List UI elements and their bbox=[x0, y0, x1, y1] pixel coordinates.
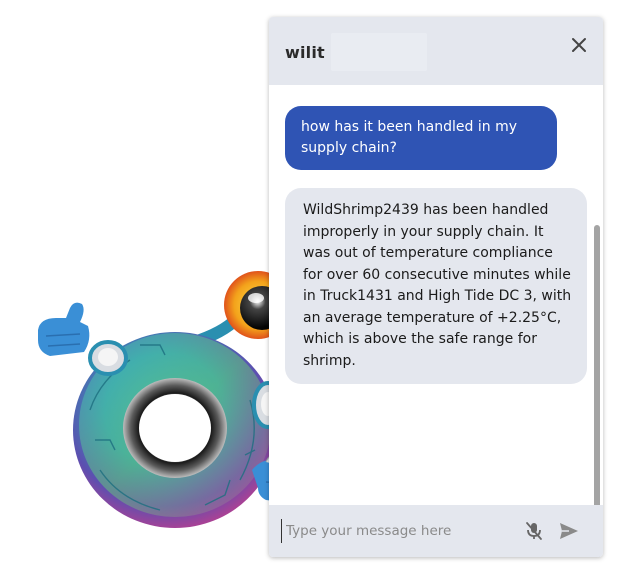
close-button[interactable] bbox=[569, 35, 589, 55]
message-list: how has it been handled in my supply cha… bbox=[269, 85, 603, 557]
chat-header: wilit bbox=[269, 17, 603, 85]
send-button[interactable] bbox=[558, 521, 580, 541]
message-input[interactable] bbox=[281, 519, 522, 543]
chat-window: wilit how has it been handled in my supp… bbox=[269, 17, 603, 557]
mic-button[interactable] bbox=[523, 520, 545, 542]
wiliot-logo: wilit bbox=[285, 43, 325, 62]
assistant-message: WildShrimp2439 has been handled improper… bbox=[285, 188, 587, 384]
send-icon bbox=[560, 523, 578, 539]
composer bbox=[269, 505, 603, 557]
mic-off-icon bbox=[526, 522, 542, 540]
close-icon bbox=[572, 38, 586, 52]
header-placeholder bbox=[331, 33, 427, 71]
user-message: how has it been handled in my supply cha… bbox=[285, 106, 557, 170]
